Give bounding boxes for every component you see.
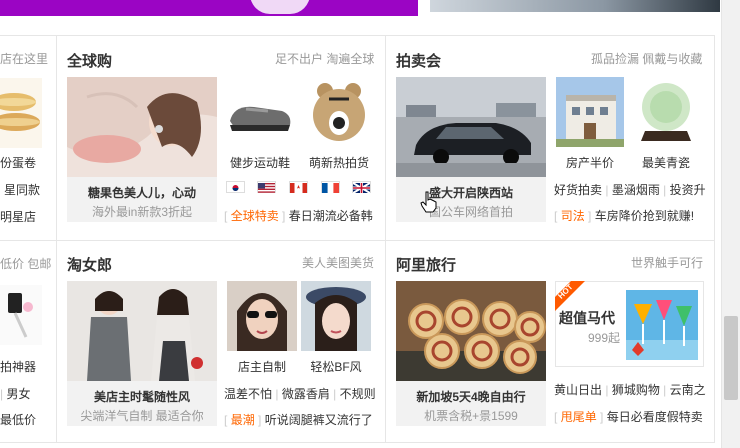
paimaihui-tag-text[interactable]: 车房降价抢到就赚! bbox=[595, 209, 694, 223]
left-row1-item-2[interactable]: 星同款 bbox=[4, 181, 40, 198]
taonvlang-link-1[interactable]: 温差不怕 bbox=[224, 387, 272, 401]
taonvlang-link-3[interactable]: 不规则 bbox=[340, 387, 376, 401]
tag-open-bracket: [ bbox=[224, 209, 228, 223]
product-house-label[interactable]: 房产半价 bbox=[556, 154, 624, 171]
sneaker-image[interactable] bbox=[224, 77, 296, 147]
grid-divider-1 bbox=[56, 35, 57, 443]
alitravel-link-2[interactable]: 狮城购物 bbox=[612, 383, 660, 397]
alitravel-tag[interactable]: 甩尾单 bbox=[561, 410, 597, 424]
paimaihui-title[interactable]: 拍卖会 bbox=[396, 50, 441, 71]
left-row1-item-1[interactable]: 份蛋卷 bbox=[0, 154, 36, 171]
paimaihui-link-2[interactable]: 墨涵烟雨 bbox=[612, 183, 660, 197]
quanqiugou-tag[interactable]: 全球特卖 bbox=[231, 209, 279, 223]
grid-divider-3 bbox=[714, 35, 715, 443]
left-row2-item-1[interactable]: 拍神器 bbox=[0, 358, 36, 375]
paimaihui-tag[interactable]: 司法 bbox=[561, 209, 585, 223]
scrollbar-thumb[interactable] bbox=[724, 316, 738, 400]
top-car-banner[interactable] bbox=[430, 0, 720, 12]
paimaihui-link-3[interactable]: 投资升 bbox=[670, 183, 706, 197]
left-row2-header[interactable]: 低价 包邮 bbox=[0, 255, 51, 272]
tag-close-bracket: ] bbox=[600, 410, 604, 424]
quanqiugou-subtitle[interactable]: 足不出户 淘遍全球 bbox=[275, 50, 374, 67]
uk-flag-icon[interactable] bbox=[352, 181, 371, 194]
left-row1-item-3[interactable]: 明星店 bbox=[0, 208, 36, 225]
egg-roll-image[interactable] bbox=[0, 78, 42, 148]
alitravel-main-caption[interactable]: 新加坡5天4晚自由行 bbox=[396, 388, 546, 405]
hot-ribbon: HOT bbox=[555, 281, 589, 311]
hat-model-image[interactable] bbox=[301, 281, 371, 351]
alitravel-title[interactable]: 阿里旅行 bbox=[396, 254, 456, 275]
teddy-bear-image[interactable] bbox=[303, 77, 375, 147]
banner-graphic bbox=[250, 0, 310, 14]
korea-flag-icon[interactable] bbox=[226, 181, 245, 193]
product-homemade-label[interactable]: 店主自制 bbox=[227, 358, 297, 375]
paimaihui-links[interactable]: 好货拍卖 | 墨涵烟雨 | 投资升 bbox=[554, 181, 706, 198]
paimaihui-tag-row[interactable]: [ 司法 ] 车房降价抢到就赚! bbox=[554, 207, 694, 224]
product-celadon-label[interactable]: 最美青瓷 bbox=[631, 154, 701, 171]
tag-open-bracket: [ bbox=[554, 209, 558, 223]
taonvlang-subtitle[interactable]: 美人美图美货 bbox=[302, 254, 374, 271]
celadon-plate-image[interactable] bbox=[631, 77, 701, 147]
left-row2-item-2-label: 男女 bbox=[6, 387, 31, 401]
usa-flag-icon[interactable] bbox=[257, 181, 276, 193]
tag-open-bracket: [ bbox=[224, 413, 228, 427]
alitravel-subtitle[interactable]: 世界触手可行 bbox=[631, 254, 703, 271]
left-row2-item-3[interactable]: 最低价 bbox=[0, 411, 36, 428]
promo-price: 999起 bbox=[588, 331, 621, 345]
alitravel-tag-row[interactable]: [ 甩尾单 ] 每日必看度假特卖 bbox=[554, 408, 703, 425]
left-row2-item-2[interactable]: | 男女 bbox=[0, 385, 30, 402]
promo-title: 超值马代 bbox=[559, 310, 615, 326]
grid-divider-2 bbox=[385, 35, 386, 443]
alitravel-rolls-image[interactable] bbox=[396, 281, 546, 381]
alitravel-tag-text[interactable]: 每日必看度假特卖 bbox=[607, 410, 703, 424]
quanqiugou-title[interactable]: 全球购 bbox=[67, 50, 112, 71]
house-image[interactable] bbox=[556, 77, 624, 147]
quanqiugou-main-sub[interactable]: 海外最in新款3折起 bbox=[67, 203, 217, 220]
tag-close-bracket: ] bbox=[258, 413, 262, 427]
tag-open-bracket: [ bbox=[554, 410, 558, 424]
taonvlang-links[interactable]: 温差不怕 | 微露香肩 | 不规则 bbox=[224, 385, 376, 402]
quanqiugou-tag-row[interactable]: [ 全球特卖 ] 春日潮流必备韩 bbox=[224, 207, 373, 224]
alitravel-link-1[interactable]: 黄山日出 bbox=[554, 383, 602, 397]
taonvlang-tag-row[interactable]: [ 最潮 ] 听说阔腿裤又流行了 bbox=[224, 411, 373, 428]
alitravel-link-3[interactable]: 云南之 bbox=[670, 383, 706, 397]
paimaihui-main-caption[interactable]: 盛大开启陕西站 bbox=[396, 184, 546, 201]
taonvlang-main-caption[interactable]: 美店主时髦随性风 bbox=[67, 388, 217, 405]
paimaihui-link-1[interactable]: 好货拍卖 bbox=[554, 183, 602, 197]
top-promo-banner[interactable] bbox=[0, 0, 418, 16]
alitravel-main-sub[interactable]: 机票含税+景1599 bbox=[396, 407, 546, 424]
paimaihui-subtitle[interactable]: 孤品捡漏 佩戴与收藏 bbox=[591, 50, 702, 67]
sunglasses-model-image[interactable] bbox=[227, 281, 297, 351]
maldives-promo-card[interactable]: HOT 超值马代 999起 bbox=[555, 281, 704, 367]
left-row2-sep: | bbox=[0, 387, 4, 401]
canada-flag-icon[interactable] bbox=[289, 181, 308, 193]
grid-middle-border bbox=[0, 240, 715, 241]
hand-cursor-icon bbox=[420, 191, 438, 213]
selfie-stick-image[interactable] bbox=[0, 285, 42, 345]
france-flag-icon[interactable] bbox=[321, 181, 340, 193]
paimaihui-car-image[interactable] bbox=[396, 77, 546, 177]
taonvlang-link-2[interactable]: 微露香肩 bbox=[282, 387, 330, 401]
grid-top-border bbox=[0, 35, 715, 36]
quanqiugou-tag-text[interactable]: 春日潮流必备韩 bbox=[289, 209, 373, 223]
tag-close-bracket: ] bbox=[588, 209, 592, 223]
quanqiugou-main-caption[interactable]: 糖果色美人儿，心动 bbox=[67, 184, 217, 201]
product-sneaker-label[interactable]: 健步运动鞋 bbox=[224, 154, 296, 171]
product-bear-label[interactable]: 萌新热拍货 bbox=[303, 154, 375, 171]
grid-bottom-border bbox=[0, 442, 715, 443]
taonvlang-main-sub[interactable]: 尖端洋气自制 最适合你 bbox=[67, 407, 217, 424]
quanqiugou-main-image[interactable] bbox=[67, 77, 217, 177]
alitravel-links[interactable]: 黄山日出 | 狮城购物 | 云南之 bbox=[554, 381, 706, 398]
taonvlang-tag[interactable]: 最潮 bbox=[231, 413, 255, 427]
paimaihui-main-sub[interactable]: 国公车网络首拍 bbox=[396, 203, 546, 220]
taonvlang-tag-text[interactable]: 听说阔腿裤又流行了 bbox=[265, 413, 373, 427]
product-bf-label[interactable]: 轻松BF风 bbox=[301, 358, 371, 375]
left-row1-header[interactable]: 店在这里 bbox=[0, 50, 48, 67]
taonvlang-main-image[interactable] bbox=[67, 281, 217, 381]
tag-close-bracket: ] bbox=[282, 209, 286, 223]
taonvlang-title[interactable]: 淘女郎 bbox=[67, 254, 112, 275]
cocktail-image bbox=[626, 290, 698, 360]
